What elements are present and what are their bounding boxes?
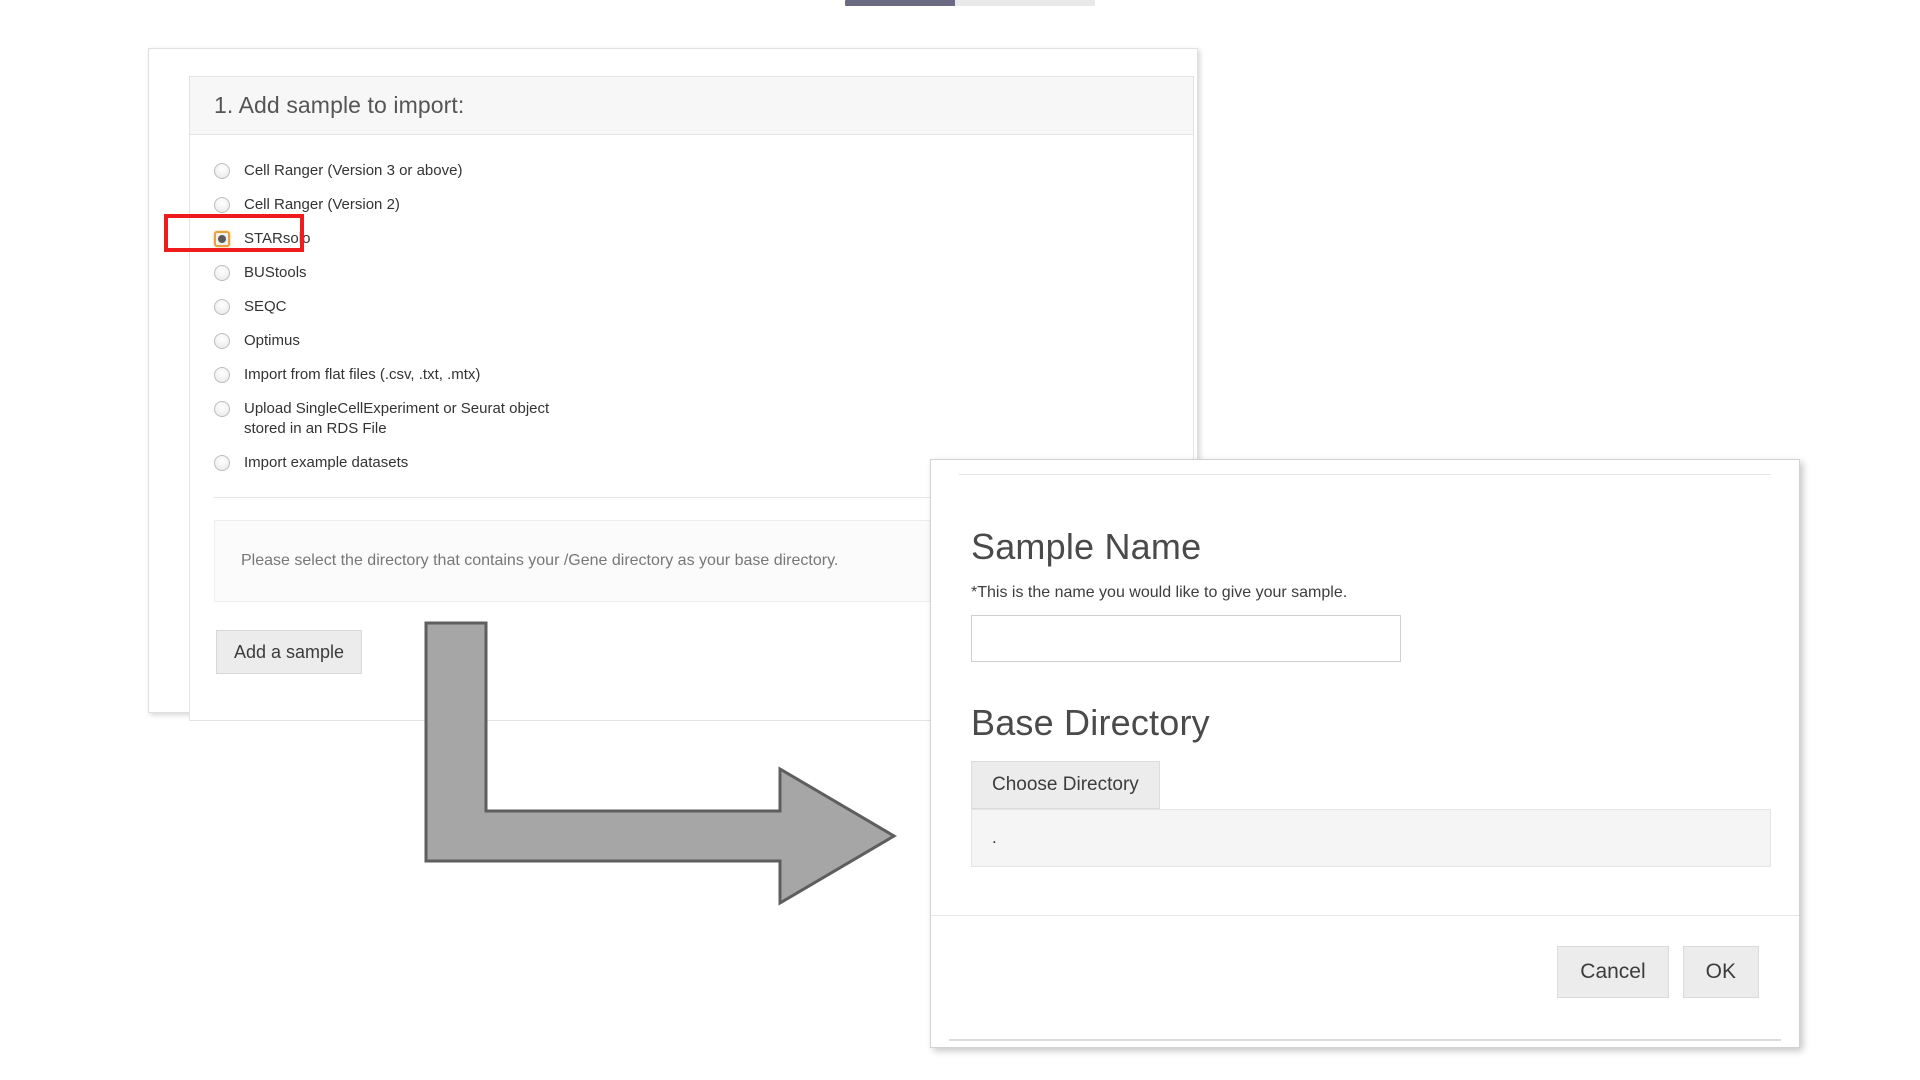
base-directory-note-text: Please select the directory that contain… — [241, 552, 838, 570]
sample-name-input[interactable] — [971, 615, 1401, 662]
sample-name-heading: Sample Name — [971, 526, 1759, 568]
radio-icon[interactable] — [214, 367, 230, 383]
dialog-footer: Cancel OK — [931, 915, 1799, 1027]
import-type-radio-group: Cell Ranger (Version 3 or above) Cell Ra… — [214, 161, 1169, 473]
directory-path-display: . — [971, 809, 1771, 867]
panel-heading: 1. Add sample to import: — [190, 77, 1193, 135]
radio-icon[interactable] — [214, 455, 230, 471]
radio-option-flat-files[interactable]: Import from flat files (.csv, .txt, .mtx… — [214, 365, 1169, 385]
radio-option-cell-ranger-v2[interactable]: Cell Ranger (Version 2) — [214, 195, 1169, 215]
sample-dialog: Sample Name *This is the name you would … — [930, 459, 1800, 1048]
progress-bar-fill — [845, 0, 955, 6]
add-sample-button[interactable]: Add a sample — [216, 630, 362, 674]
radio-icon[interactable] — [214, 163, 230, 179]
base-directory-heading: Base Directory — [971, 702, 1759, 744]
radio-icon[interactable] — [214, 333, 230, 349]
cancel-button[interactable]: Cancel — [1557, 946, 1668, 998]
radio-option-label: STARsolo — [244, 229, 310, 249]
radio-option-label: Upload SingleCellExperiment or Seurat ob… — [244, 399, 549, 439]
radio-option-label: Optimus — [244, 331, 300, 351]
radio-option-label: Cell Ranger (Version 2) — [244, 195, 400, 215]
page-title: 1. Add sample to import: — [214, 92, 464, 119]
dialog-bottom-divider — [949, 1039, 1781, 1041]
radio-option-cell-ranger-v3[interactable]: Cell Ranger (Version 3 or above) — [214, 161, 1169, 181]
progress-bar — [845, 0, 1095, 6]
radio-option-starsolo[interactable]: STARsolo — [214, 229, 1169, 249]
radio-option-optimus[interactable]: Optimus — [214, 331, 1169, 351]
radio-icon-selected[interactable] — [214, 231, 230, 247]
sample-name-help-text: *This is the name you would like to give… — [971, 584, 1759, 602]
radio-option-label: Import example datasets — [244, 453, 408, 473]
ok-button[interactable]: OK — [1683, 946, 1759, 998]
dialog-header-divider — [959, 474, 1771, 475]
radio-option-label: Cell Ranger (Version 3 or above) — [244, 161, 462, 181]
radio-option-rds-upload[interactable]: Upload SingleCellExperiment or Seurat ob… — [214, 399, 1169, 439]
radio-icon[interactable] — [214, 265, 230, 281]
dialog-body: Sample Name *This is the name you would … — [931, 460, 1799, 867]
radio-option-seqc[interactable]: SEQC — [214, 297, 1169, 317]
radio-icon[interactable] — [214, 401, 230, 417]
radio-option-label: Import from flat files (.csv, .txt, .mtx… — [244, 365, 480, 385]
radio-option-bustools[interactable]: BUStools — [214, 263, 1169, 283]
choose-directory-button[interactable]: Choose Directory — [971, 761, 1160, 809]
radio-option-label: BUStools — [244, 263, 307, 283]
radio-option-label: SEQC — [244, 297, 287, 317]
radio-icon[interactable] — [214, 299, 230, 315]
radio-icon[interactable] — [214, 197, 230, 213]
